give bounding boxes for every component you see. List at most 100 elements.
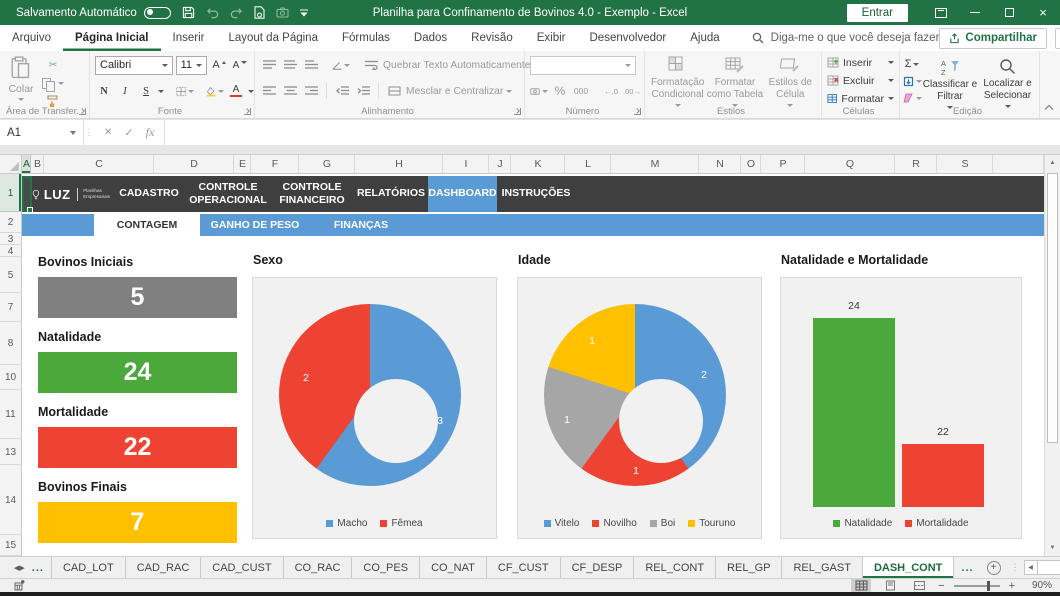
- chart-panel-idade[interactable]: 2 1 1 1 ViteloNovilhoBoiTouruno: [517, 277, 762, 539]
- copy-button[interactable]: [42, 75, 64, 91]
- dashboard-subtab-finanças[interactable]: FINANÇAS: [310, 214, 412, 236]
- borders-icon[interactable]: [176, 83, 194, 99]
- font-color-icon[interactable]: A: [227, 83, 245, 99]
- restore-icon[interactable]: [992, 0, 1026, 25]
- font-size-select[interactable]: 11: [176, 56, 207, 75]
- column-header-B[interactable]: B: [31, 155, 44, 173]
- row-header-10[interactable]: 10: [0, 365, 21, 390]
- autosum-icon[interactable]: Σ: [902, 56, 922, 72]
- number-format-select[interactable]: [530, 56, 636, 75]
- name-box-caret-icon[interactable]: [70, 131, 76, 135]
- row-header-14[interactable]: 14: [0, 465, 21, 535]
- column-header-H[interactable]: H: [355, 155, 443, 173]
- clipboard-dialog-launcher-icon[interactable]: [79, 108, 86, 115]
- close-icon[interactable]: ×: [1026, 0, 1060, 25]
- minimize-icon[interactable]: [958, 0, 992, 25]
- cancel-icon[interactable]: ✕: [104, 127, 112, 138]
- column-header-C[interactable]: C: [44, 155, 154, 173]
- ribbon-tab-exibir[interactable]: Exibir: [525, 25, 578, 51]
- insert-function-icon[interactable]: fx: [146, 125, 155, 140]
- sheet-tab-cf_desp[interactable]: CF_DESP: [561, 557, 635, 578]
- select-all-corner[interactable]: [0, 155, 22, 174]
- column-header-blank[interactable]: [993, 155, 1044, 173]
- save-icon[interactable]: [182, 6, 195, 19]
- column-header-N[interactable]: N: [699, 155, 741, 173]
- zoom-slider-thumb[interactable]: [987, 581, 990, 591]
- chart-panel-sexo[interactable]: 3 2 MachoFêmea: [252, 277, 497, 539]
- row-header-5[interactable]: 5: [0, 257, 21, 293]
- italic-button[interactable]: I: [116, 83, 134, 99]
- column-header-M[interactable]: M: [611, 155, 699, 173]
- redo-icon[interactable]: [230, 7, 243, 19]
- chart-panel-natalidade-mortalidade[interactable]: NatalidadeMortalidade 2422: [780, 277, 1022, 539]
- scroll-left-icon[interactable]: ◀: [1024, 560, 1038, 575]
- ribbon-tab-arquivo[interactable]: Arquivo: [0, 25, 63, 51]
- sheet-overflow-right[interactable]: ...: [954, 557, 980, 578]
- column-header-P[interactable]: P: [761, 155, 805, 173]
- font-name-select[interactable]: Calibri: [95, 56, 173, 75]
- number-dialog-launcher-icon[interactable]: [634, 108, 641, 115]
- macro-record-icon[interactable]: [14, 580, 25, 591]
- export-document-icon[interactable]: [254, 6, 265, 19]
- undo-icon[interactable]: [206, 7, 219, 19]
- column-header-A[interactable]: A: [22, 155, 31, 173]
- sign-in-button[interactable]: Entrar: [847, 4, 908, 22]
- sheet-tab-cf_cust[interactable]: CF_CUST: [487, 557, 561, 578]
- row-header-4[interactable]: 4: [0, 245, 21, 257]
- sheet-tab-rel_gp[interactable]: REL_GP: [716, 557, 782, 578]
- decrease-decimal-icon[interactable]: .00→: [623, 83, 641, 99]
- formula-input[interactable]: [165, 120, 1060, 145]
- horizontal-scrollbar[interactable]: ◀ ▶: [1024, 557, 1060, 578]
- increase-decimal-icon[interactable]: ←.0: [602, 83, 620, 99]
- row-header-11[interactable]: 11: [0, 390, 21, 439]
- tell-me-search[interactable]: Diga-me o que você deseja fazer: [752, 25, 940, 51]
- normal-view-button[interactable]: [851, 579, 871, 592]
- underline-button[interactable]: S: [137, 83, 155, 99]
- dashboard-nav-controle-financeiro[interactable]: CONTROLE FINANCEIRO: [270, 176, 354, 212]
- comma-style-icon[interactable]: 000: [572, 83, 590, 99]
- dashboard-subtab-contagem[interactable]: CONTAGEM: [94, 214, 200, 236]
- fill-color-icon[interactable]: [206, 83, 224, 99]
- align-left-icon[interactable]: [260, 83, 278, 99]
- ribbon-tab-fórmulas[interactable]: Fórmulas: [330, 25, 402, 51]
- camera-icon[interactable]: [276, 7, 289, 18]
- column-header-I[interactable]: I: [443, 155, 489, 173]
- align-bottom-icon[interactable]: [302, 57, 320, 73]
- autosave-control[interactable]: Salvamento Automático: [16, 7, 171, 19]
- column-header-S[interactable]: S: [937, 155, 993, 173]
- cut-button[interactable]: ✂: [42, 57, 64, 73]
- ribbon-tab-desenvolvedor[interactable]: Desenvolvedor: [578, 25, 679, 51]
- sheet-tab-co_pes[interactable]: CO_PES: [352, 557, 420, 578]
- column-header-D[interactable]: D: [154, 155, 234, 173]
- ribbon-tab-revisão[interactable]: Revisão: [459, 25, 525, 51]
- dashboard-nav-relatórios[interactable]: RELATÓRIOS: [354, 176, 428, 212]
- kpi-value-box[interactable]: 7: [38, 502, 237, 543]
- zoom-level[interactable]: 90%: [1024, 580, 1052, 591]
- sheet-tab-cad_lot[interactable]: CAD_LOT: [52, 557, 126, 578]
- percent-style-icon[interactable]: %: [551, 83, 569, 99]
- bold-button[interactable]: N: [95, 83, 113, 99]
- new-sheet-button[interactable]: +: [981, 557, 1007, 578]
- orientation-icon[interactable]: [332, 57, 350, 73]
- increase-font-icon[interactable]: A: [210, 57, 228, 73]
- scroll-up-icon[interactable]: ▲: [1045, 155, 1060, 171]
- column-header-G[interactable]: G: [299, 155, 355, 173]
- accounting-format-icon[interactable]: [530, 83, 548, 99]
- sheet-tab-co_rac[interactable]: CO_RAC: [284, 557, 353, 578]
- decrease-font-icon[interactable]: A: [231, 57, 249, 73]
- increase-indent-icon[interactable]: [354, 83, 372, 99]
- dashboard-nav-cadastro[interactable]: CADASTRO: [112, 176, 186, 212]
- sheet-tab-rel_gast[interactable]: REL_GAST: [782, 557, 862, 578]
- sheet-tab-dash_cont[interactable]: DASH_CONT: [863, 557, 954, 578]
- sheet-overflow-left[interactable]: ...: [25, 557, 51, 578]
- insert-cells-button[interactable]: Inserir: [827, 55, 894, 70]
- share-button[interactable]: Compartilhar: [939, 28, 1047, 49]
- column-header-R[interactable]: R: [895, 155, 937, 173]
- kpi-value-box[interactable]: 24: [38, 352, 237, 393]
- align-right-icon[interactable]: [302, 83, 320, 99]
- row-header-8[interactable]: 8: [0, 322, 21, 365]
- column-header-L[interactable]: L: [565, 155, 611, 173]
- enter-icon[interactable]: ✓: [124, 126, 133, 139]
- wrap-text-icon[interactable]: [362, 57, 380, 73]
- page-layout-view-button[interactable]: [880, 579, 900, 592]
